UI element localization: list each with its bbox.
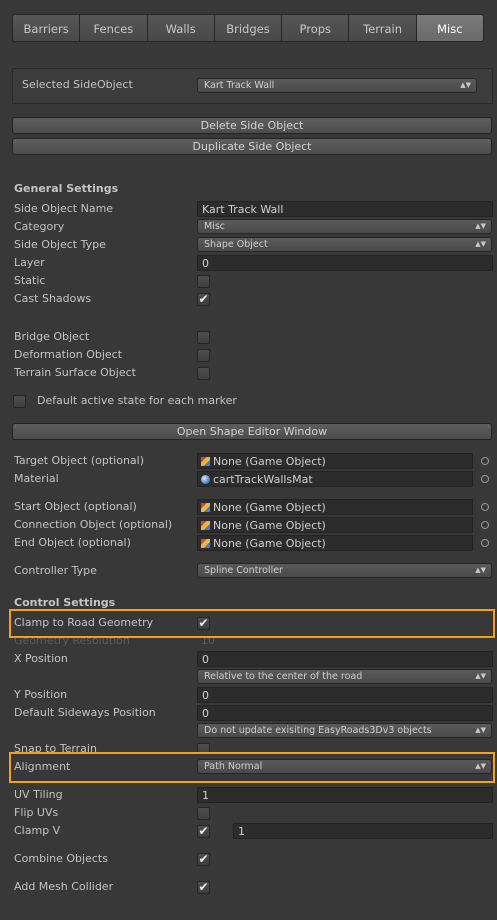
controller-type-dropdown[interactable]: Spline Controller ▲▼ <box>197 563 492 578</box>
tab-barriers[interactable]: Barriers <box>12 14 81 42</box>
layer-label: Layer <box>14 256 45 269</box>
start-object-value: None (Game Object) <box>213 501 326 514</box>
bridge-object-label: Bridge Object <box>14 330 90 343</box>
side-object-name-field[interactable]: Kart Track Wall <box>197 201 493 217</box>
selected-sideobject-value: Kart Track Wall <box>204 80 275 91</box>
category-value: Misc <box>204 221 226 232</box>
combine-objects-checkbox[interactable]: ✔ <box>197 853 210 866</box>
highlight-box-alignment <box>9 752 495 783</box>
side-object-type-dropdown[interactable]: Shape Object ▲▼ <box>197 237 492 252</box>
bridge-object-checkbox[interactable] <box>197 331 210 344</box>
dropdown-arrows-icon: ▲▼ <box>475 240 486 248</box>
side-object-name-label: Side Object Name <box>14 202 114 215</box>
default-active-state-label: Default active state for each marker <box>37 394 237 407</box>
category-label: Category <box>14 220 65 233</box>
clamp-v-label: Clamp V <box>14 824 61 837</box>
object-picker-icon[interactable] <box>481 521 489 529</box>
gameobject-icon <box>201 521 210 530</box>
x-position-mode-value: Relative to the center of the road <box>204 671 363 682</box>
material-label: Material <box>14 472 59 485</box>
duplicate-side-object-button[interactable]: Duplicate Side Object <box>12 138 492 155</box>
tab-fences[interactable]: Fences <box>80 14 148 42</box>
end-object-value: None (Game Object) <box>213 537 326 550</box>
general-settings-heading: General Settings <box>14 182 119 195</box>
object-picker-icon[interactable] <box>481 457 489 465</box>
start-object-label: Start Object (optional) <box>14 500 137 513</box>
default-sideways-position-label: Default Sideways Position <box>14 706 156 719</box>
update-mode-value: Do not update exisiting EasyRoads3Dv3 ob… <box>204 725 432 736</box>
selected-sideobject-dropdown[interactable]: Kart Track Wall ▲▼ <box>197 78 477 93</box>
object-picker-icon[interactable] <box>481 503 489 511</box>
object-picker-icon[interactable] <box>481 475 489 483</box>
tab-misc[interactable]: Misc <box>416 14 484 42</box>
material-value: cartTrackWallsMat <box>213 473 313 486</box>
start-object-field[interactable]: None (Game Object) <box>197 499 473 515</box>
terrain-surface-object-label: Terrain Surface Object <box>14 366 136 379</box>
clamp-v-checkbox[interactable]: ✔ <box>197 825 210 838</box>
uv-tiling-field[interactable]: 1 <box>197 787 493 803</box>
side-object-type-value: Shape Object <box>204 239 268 250</box>
y-position-field[interactable]: 0 <box>197 687 493 703</box>
dropdown-arrows-icon: ▲▼ <box>475 672 486 680</box>
tab-walls[interactable]: Walls <box>147 14 215 42</box>
target-object-value: None (Game Object) <box>213 455 326 468</box>
flip-uvs-checkbox[interactable] <box>197 807 210 820</box>
target-object-field[interactable]: None (Game Object) <box>197 453 473 469</box>
static-label: Static <box>14 274 46 287</box>
connection-object-value: None (Game Object) <box>213 519 326 532</box>
update-mode-dropdown[interactable]: Do not update exisiting EasyRoads3Dv3 ob… <box>197 723 492 738</box>
tab-bridges[interactable]: Bridges <box>214 14 283 42</box>
cast-shadows-checkbox[interactable]: ✔ <box>197 293 210 306</box>
deformation-object-checkbox[interactable] <box>197 349 210 362</box>
gameobject-icon <box>201 539 210 548</box>
highlight-box-clamp <box>9 609 495 638</box>
add-mesh-collider-label: Add Mesh Collider <box>14 880 114 893</box>
deformation-object-label: Deformation Object <box>14 348 123 361</box>
connection-object-field[interactable]: None (Game Object) <box>197 517 473 533</box>
x-position-mode-dropdown[interactable]: Relative to the center of the road ▲▼ <box>197 669 492 684</box>
category-dropdown[interactable]: Misc ▲▼ <box>197 219 492 234</box>
material-icon <box>201 475 210 484</box>
side-object-type-label: Side Object Type <box>14 238 106 251</box>
layer-field[interactable]: 0 <box>197 255 493 271</box>
controller-type-label: Controller Type <box>14 564 97 577</box>
combine-objects-label: Combine Objects <box>14 852 108 865</box>
controller-type-value: Spline Controller <box>204 565 283 576</box>
clamp-v-field[interactable]: 1 <box>233 823 493 839</box>
default-sideways-position-field[interactable]: 0 <box>197 705 493 721</box>
tab-terrain[interactable]: Terrain <box>349 14 417 42</box>
cast-shadows-label: Cast Shadows <box>14 292 92 305</box>
y-position-label: Y Position <box>14 688 68 701</box>
flip-uvs-label: Flip UVs <box>14 806 59 819</box>
terrain-surface-object-checkbox[interactable] <box>197 367 210 380</box>
x-position-field[interactable]: 0 <box>197 651 493 667</box>
dropdown-arrows-icon: ▲▼ <box>475 222 486 230</box>
open-shape-editor-button[interactable]: Open Shape Editor Window <box>12 423 492 440</box>
end-object-label: End Object (optional) <box>14 536 131 549</box>
end-object-field[interactable]: None (Game Object) <box>197 535 473 551</box>
object-picker-icon[interactable] <box>481 539 489 547</box>
x-position-label: X Position <box>14 652 68 665</box>
connection-object-label: Connection Object (optional) <box>14 518 173 531</box>
target-object-label: Target Object (optional) <box>14 454 145 467</box>
static-checkbox[interactable] <box>197 275 210 288</box>
gameobject-icon <box>201 457 210 466</box>
selected-sideobject-label: Selected SideObject <box>22 78 133 91</box>
gameobject-icon <box>201 503 210 512</box>
material-field[interactable]: cartTrackWallsMat <box>197 471 473 487</box>
dropdown-arrows-icon: ▲▼ <box>475 566 486 574</box>
tab-props[interactable]: Props <box>282 14 350 42</box>
dropdown-arrows-icon: ▲▼ <box>475 726 486 734</box>
category-tabs: Barriers Fences Walls Bridges Props Terr… <box>12 14 484 42</box>
add-mesh-collider-checkbox[interactable]: ✔ <box>197 881 210 894</box>
uv-tiling-label: UV Tiling <box>14 788 63 801</box>
default-active-state-checkbox[interactable] <box>13 395 26 408</box>
delete-side-object-button[interactable]: Delete Side Object <box>12 117 492 134</box>
dropdown-arrows-icon: ▲▼ <box>460 81 471 89</box>
